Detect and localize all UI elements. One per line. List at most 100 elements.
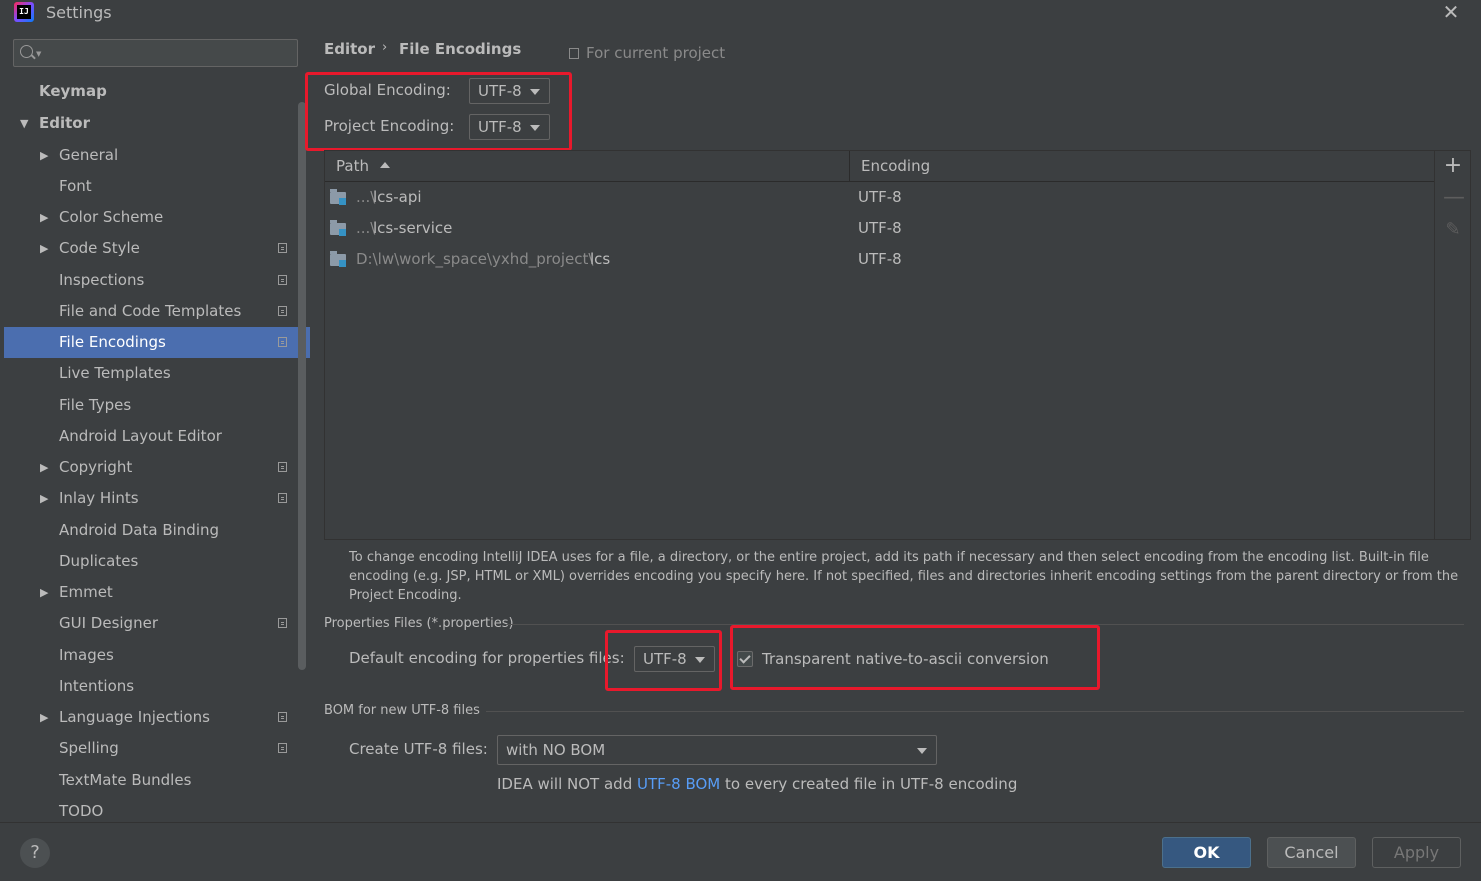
- section-divider: [486, 711, 1464, 712]
- collapsed-arrow-icon[interactable]: ▶: [40, 483, 48, 514]
- project-level-icon: [278, 275, 287, 285]
- sidebar-item-general[interactable]: ▶ General: [4, 140, 310, 171]
- intellij-app-icon: IJ: [14, 2, 34, 22]
- search-options-caret-icon[interactable]: ▼: [36, 50, 41, 58]
- window-title: Settings: [46, 3, 112, 22]
- bom-note-text: to every created file in UTF-8 encoding: [720, 775, 1018, 793]
- sidebar-item-label: Android Layout Editor: [59, 427, 222, 445]
- sidebar-item-todo[interactable]: TODO: [4, 796, 310, 822]
- add-path-button[interactable]: +: [1443, 155, 1463, 177]
- sidebar-item-label: Android Data Binding: [59, 521, 220, 539]
- bom-value: with NO BOM: [506, 741, 606, 759]
- sidebar-item-textmate-bundles[interactable]: TextMate Bundles: [4, 765, 310, 796]
- collapsed-arrow-icon[interactable]: ▶: [40, 702, 48, 733]
- sidebar-item-inlay-hints[interactable]: ▶ Inlay Hints: [4, 483, 310, 514]
- project-level-icon: [278, 618, 287, 628]
- project-level-icon: [278, 743, 287, 753]
- global-encoding-label: Global Encoding:: [324, 81, 451, 99]
- sidebar-item-editor[interactable]: ▼ Editor: [4, 108, 310, 139]
- sidebar-item-label: Language Injections: [59, 708, 210, 726]
- ok-button[interactable]: OK: [1162, 837, 1251, 868]
- apply-button[interactable]: Apply: [1372, 837, 1461, 868]
- sidebar-item-spelling[interactable]: Spelling: [4, 733, 310, 764]
- cancel-button[interactable]: Cancel: [1267, 837, 1356, 868]
- table-row[interactable]: ...\ lcs-api UTF-8: [325, 182, 1434, 213]
- sidebar-item-label: Copyright: [59, 458, 133, 476]
- remove-path-button[interactable]: —: [1443, 187, 1465, 209]
- column-header-path[interactable]: Path: [336, 157, 369, 175]
- module-folder-icon: [330, 189, 346, 205]
- transparent-conversion-checkbox[interactable]: [737, 651, 753, 667]
- path-prefix: D:\lw\work_space\yxhd_project\: [356, 250, 594, 268]
- sidebar-item-code-style[interactable]: ▶ Code Style: [4, 233, 310, 264]
- project-encoding-select[interactable]: UTF-8: [469, 114, 550, 140]
- sidebar-item-file-encodings[interactable]: File Encodings: [4, 327, 310, 358]
- sidebar-item-label: TextMate Bundles: [59, 771, 192, 789]
- collapsed-arrow-icon[interactable]: ▶: [40, 233, 48, 264]
- sidebar-item-live-templates[interactable]: Live Templates: [4, 358, 310, 389]
- close-icon[interactable]: ✕: [1440, 0, 1462, 24]
- collapsed-arrow-icon[interactable]: ▶: [40, 202, 48, 233]
- sidebar-item-label: Editor: [39, 114, 90, 132]
- row-encoding[interactable]: UTF-8: [858, 182, 902, 213]
- search-icon: [20, 45, 33, 58]
- collapsed-arrow-icon[interactable]: ▶: [40, 140, 48, 171]
- bom-select[interactable]: with NO BOM: [497, 735, 937, 765]
- sidebar-item-inspections[interactable]: Inspections: [4, 265, 310, 296]
- app-icon-text: IJ: [17, 5, 31, 19]
- sidebar-item-images[interactable]: Images: [4, 640, 310, 671]
- settings-sidebar: ▼ Keymap ▼ Editor ▶ General Font ▶ Color…: [0, 30, 310, 822]
- collapsed-arrow-icon[interactable]: ▶: [40, 452, 48, 483]
- dialog-footer: ? OK Cancel Apply: [0, 822, 1481, 881]
- project-level-icon: [278, 306, 287, 316]
- utf8-bom-link[interactable]: UTF-8 BOM: [637, 775, 720, 793]
- sidebar-item-android-data-binding[interactable]: Android Data Binding: [4, 515, 310, 546]
- sidebar-item-label: Live Templates: [59, 364, 171, 382]
- sidebar-item-font[interactable]: Font: [4, 171, 310, 202]
- row-encoding[interactable]: UTF-8: [858, 244, 902, 275]
- bom-note-text: IDEA will NOT add: [497, 775, 637, 793]
- default-properties-encoding-label: Default encoding for properties files:: [349, 649, 625, 667]
- sidebar-item-copyright[interactable]: ▶ Copyright: [4, 452, 310, 483]
- help-button[interactable]: ?: [20, 838, 50, 868]
- path-name: lcs-service: [373, 219, 453, 237]
- sidebar-item-language-injections[interactable]: ▶ Language Injections: [4, 702, 310, 733]
- table-header: Path Encoding: [325, 151, 1434, 182]
- sidebar-item-duplicates[interactable]: Duplicates: [4, 546, 310, 577]
- global-encoding-select[interactable]: UTF-8: [469, 78, 550, 104]
- column-header-encoding[interactable]: Encoding: [861, 157, 930, 175]
- sidebar-item-color-scheme[interactable]: ▶ Color Scheme: [4, 202, 310, 233]
- sidebar-item-gui-designer[interactable]: GUI Designer: [4, 608, 310, 639]
- project-level-icon: [278, 712, 287, 722]
- sidebar-item-file-types[interactable]: File Types: [4, 390, 310, 421]
- dropdown-caret-icon: [695, 657, 705, 663]
- sidebar-item-keymap[interactable]: Keymap: [4, 76, 310, 107]
- properties-encoding-select[interactable]: UTF-8: [634, 646, 715, 672]
- settings-search-input[interactable]: ▼: [13, 39, 298, 67]
- sidebar-item-label: Code Style: [59, 239, 140, 257]
- sidebar-item-label: File Types: [59, 396, 132, 414]
- table-row[interactable]: D:\lw\work_space\yxhd_project\ lcs UTF-8: [325, 244, 1434, 275]
- sidebar-item-android-layout-editor[interactable]: Android Layout Editor: [4, 421, 310, 452]
- table-row[interactable]: ...\ lcs-service UTF-8: [325, 213, 1434, 244]
- sidebar-item-emmet[interactable]: ▶ Emmet: [4, 577, 310, 608]
- expanded-arrow-icon[interactable]: ▼: [20, 108, 28, 139]
- sidebar-item-intentions[interactable]: Intentions: [4, 671, 310, 702]
- collapsed-arrow-icon[interactable]: ▶: [40, 577, 48, 608]
- row-encoding[interactable]: UTF-8: [858, 213, 902, 244]
- transparent-conversion-label[interactable]: Transparent native-to-ascii conversion: [762, 650, 1049, 668]
- sidebar-item-file-and-code-templates[interactable]: File and Code Templates: [4, 296, 310, 327]
- sidebar-item-label: Inspections: [59, 271, 145, 289]
- settings-content: Editor › File Encodings For current proj…: [305, 30, 1481, 822]
- sidebar-scrollbar[interactable]: [298, 102, 306, 670]
- edit-pencil-icon[interactable]: ✎: [1443, 219, 1463, 241]
- scope-label: For current project: [586, 44, 726, 62]
- sidebar-item-label: Inlay Hints: [59, 489, 139, 507]
- breadcrumb-separator-icon: ›: [382, 40, 388, 55]
- project-level-icon: [278, 462, 287, 472]
- column-divider[interactable]: [849, 151, 850, 181]
- breadcrumb-parent[interactable]: Editor: [324, 40, 375, 58]
- sidebar-item-label: Color Scheme: [59, 208, 164, 226]
- bom-note: IDEA will NOT add UTF-8 BOM to every cre…: [497, 775, 1017, 793]
- sidebar-item-label: File Encodings: [59, 333, 166, 351]
